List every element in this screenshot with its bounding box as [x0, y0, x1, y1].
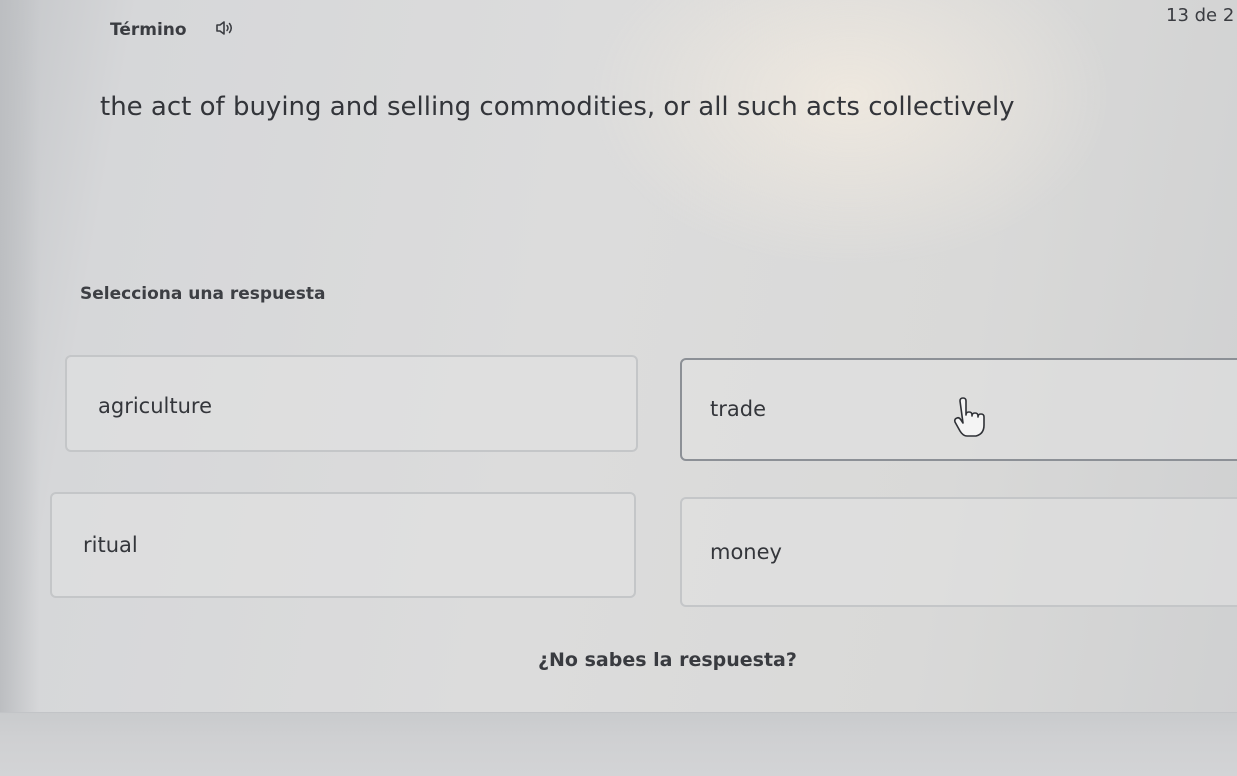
answer-option-label: agriculture — [98, 394, 212, 418]
speaker-icon[interactable] — [214, 18, 234, 38]
term-label: Término — [110, 20, 187, 40]
answer-prompt: Selecciona una respuesta — [80, 284, 326, 304]
answer-option-label: trade — [710, 397, 766, 421]
bottom-bar — [0, 712, 1237, 776]
answer-option-label: money — [710, 540, 782, 564]
answer-option-label: ritual — [83, 533, 138, 557]
dont-know-link[interactable]: ¿No sabes la respuesta? — [538, 649, 797, 671]
question-card: Término 13 de 2 the act of buying and se… — [0, 0, 1237, 712]
answer-option-ritual[interactable]: ritual — [50, 492, 636, 598]
answer-option-money[interactable]: money — [680, 497, 1237, 607]
definition-text: the act of buying and selling commoditie… — [100, 92, 1015, 122]
hand-cursor-icon — [953, 397, 985, 437]
answer-option-agriculture[interactable]: agriculture — [65, 355, 638, 452]
question-counter: 13 de 2 — [1166, 5, 1235, 26]
